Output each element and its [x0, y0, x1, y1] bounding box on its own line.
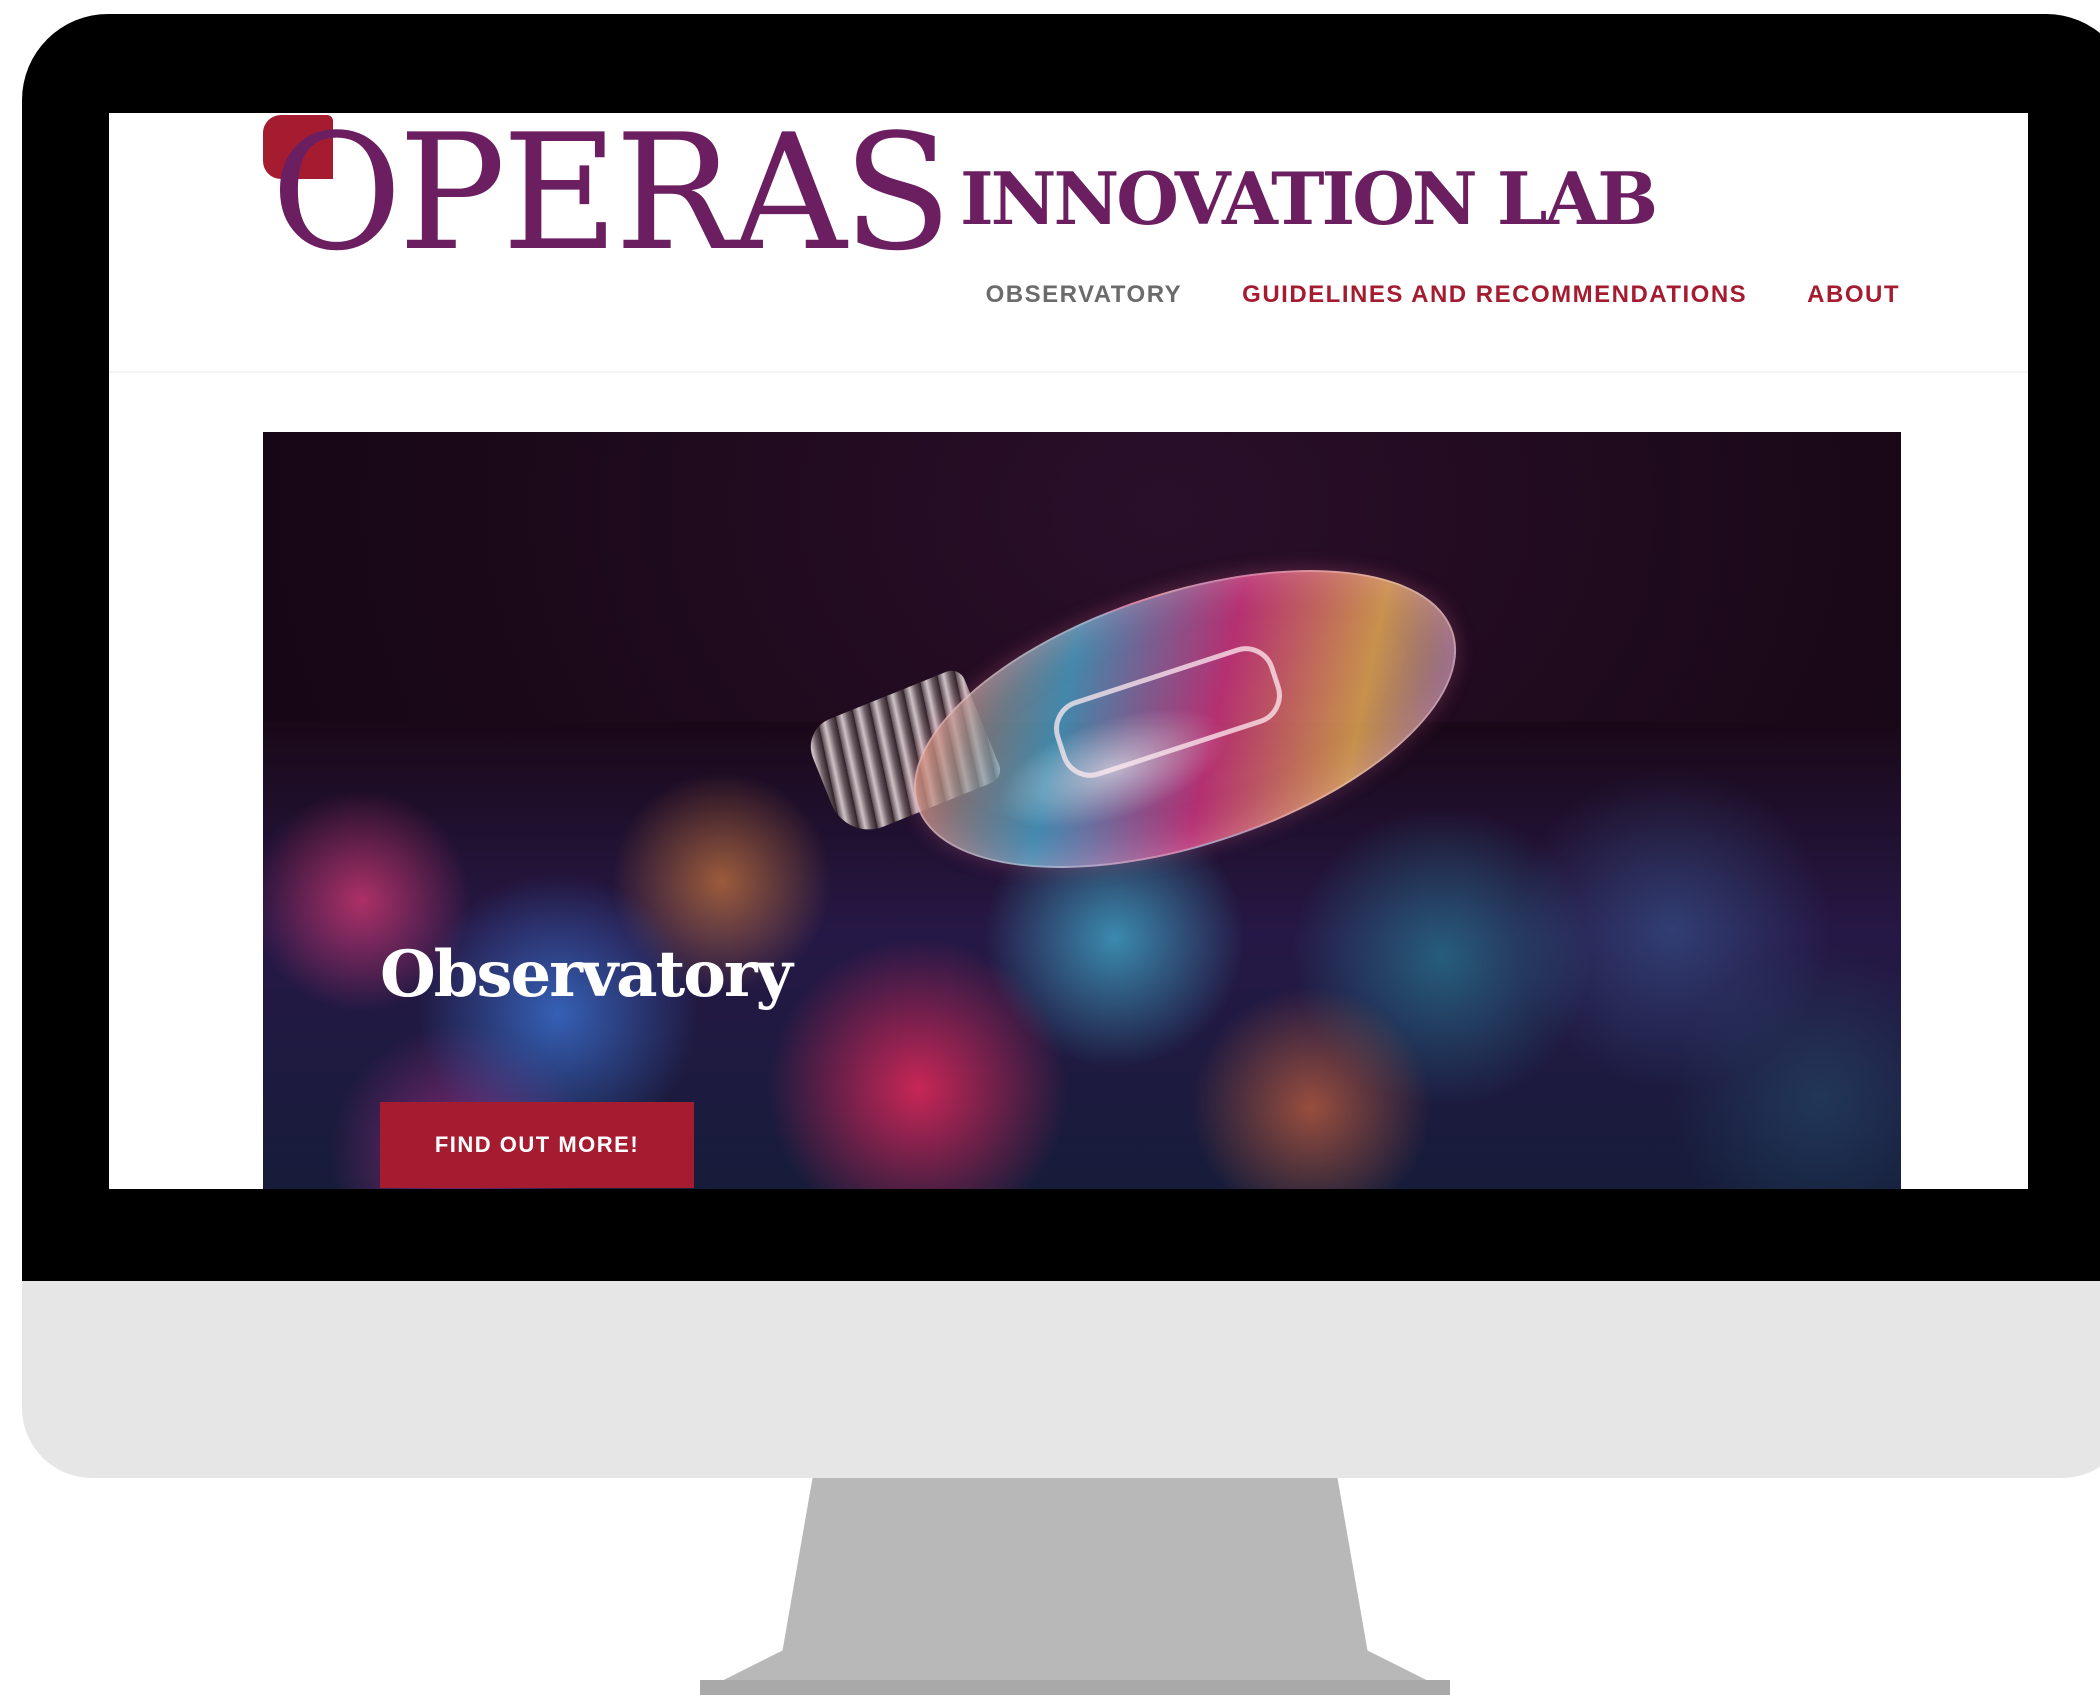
- find-out-more-button[interactable]: FIND OUT MORE!: [380, 1102, 694, 1188]
- site-logo[interactable]: OPERAS INNOVATION LAB: [263, 113, 1663, 273]
- monitor-chin: [22, 1281, 2100, 1478]
- hero-title: Observatory: [380, 936, 793, 1012]
- nav-item-observatory[interactable]: OBSERVATORY: [986, 281, 1183, 309]
- monitor-mockup: OPERAS INNOVATION LAB OBSERVATORY GUIDEL…: [0, 0, 2100, 1695]
- nav-item-about[interactable]: ABOUT: [1807, 281, 1900, 309]
- hero-banner: Observatory FIND OUT MORE!: [263, 432, 1901, 1189]
- monitor-stand: [700, 1478, 1450, 1695]
- main-nav: OBSERVATORY GUIDELINES AND RECOMMENDATIO…: [986, 281, 1900, 309]
- screen: OPERAS INNOVATION LAB OBSERVATORY GUIDEL…: [109, 113, 2028, 1189]
- logo-wordmark: OPERAS: [271, 113, 952, 286]
- monitor-stand-foot: [700, 1680, 1450, 1695]
- nav-item-guidelines[interactable]: GUIDELINES AND RECOMMENDATIONS: [1242, 281, 1747, 309]
- site-header: OPERAS INNOVATION LAB OBSERVATORY GUIDEL…: [109, 113, 2028, 373]
- logo-subtitle: INNOVATION LAB: [960, 156, 1658, 241]
